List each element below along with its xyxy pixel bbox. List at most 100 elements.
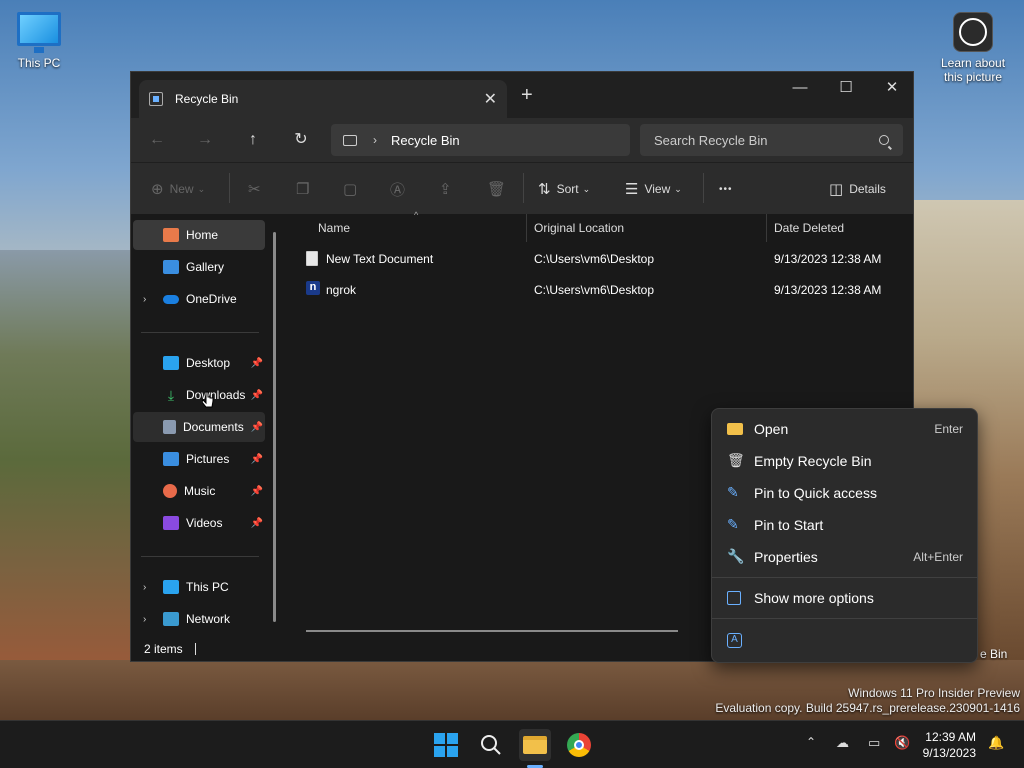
refresh-button[interactable]: ↻: [289, 128, 313, 152]
close-window-button[interactable]: ✕: [869, 72, 915, 102]
menu-item-pin-quick-access[interactable]: ✎ Pin to Quick access: [712, 477, 977, 509]
sort-caret-icon: ^: [414, 210, 419, 220]
tab-recycle-bin[interactable]: Recycle Bin ✕: [139, 80, 507, 118]
column-header-original-location[interactable]: Original Location: [534, 214, 624, 242]
start-button[interactable]: [430, 729, 462, 761]
desktop-icon-this-pc[interactable]: This PC: [4, 12, 74, 70]
up-button[interactable]: ↑: [241, 128, 265, 152]
chevron-right-icon[interactable]: ›: [143, 614, 146, 625]
details-button[interactable]: ◫ Details: [829, 177, 886, 201]
file-explorer-taskbar-button[interactable]: [519, 729, 551, 761]
nav-divider: [141, 556, 259, 557]
chevron-right-icon[interactable]: ›: [373, 133, 377, 147]
sort-label: Sort: [556, 182, 579, 196]
volume-muted-icon[interactable]: 🔇: [894, 735, 910, 751]
new-label: New: [169, 182, 194, 196]
paste-button[interactable]: ▢: [343, 177, 363, 201]
video-icon: [163, 516, 179, 530]
system-clock[interactable]: 12:39 AM 9/13/2023: [923, 729, 976, 761]
windows-logo-icon: [434, 733, 458, 757]
desktop-icon-label: This PC: [17, 56, 61, 70]
more-options-button[interactable]: •••: [719, 177, 733, 201]
watermark-line-1: Windows 11 Pro Insider Preview: [848, 686, 1020, 700]
rename-button[interactable]: Ⓐ: [390, 177, 411, 201]
menu-item-rename-quick[interactable]: A: [712, 624, 977, 656]
notification-bell-icon[interactable]: 🔔: [988, 735, 1004, 751]
file-name: New Text Document: [326, 252, 434, 266]
search-taskbar-button[interactable]: [475, 729, 507, 761]
menu-separator: [712, 618, 977, 619]
view-button[interactable]: ☰ View ⌄: [625, 177, 682, 201]
ngrok-app-icon: n: [306, 281, 320, 295]
download-arrow-icon: ⤓: [167, 387, 175, 403]
view-label: View: [644, 182, 671, 196]
new-button[interactable]: ⊕ New ⌄: [151, 177, 205, 201]
clock-time: 12:39 AM: [925, 730, 976, 744]
status-divider: [194, 643, 196, 655]
back-button[interactable]: ←: [145, 128, 169, 152]
nav-item-downloads[interactable]: ⤓ Downloads 📌: [133, 380, 265, 410]
nav-item-this-pc[interactable]: › This PC: [133, 572, 265, 602]
table-row[interactable]: New Text Document C:\Users\vm6\Desktop 9…: [286, 244, 913, 274]
copy-button[interactable]: ❐: [296, 177, 315, 201]
search-box[interactable]: Search Recycle Bin: [640, 124, 903, 156]
nav-item-gallery[interactable]: Gallery: [133, 252, 265, 282]
menu-item-open[interactable]: Open Enter: [712, 413, 977, 445]
home-icon: [163, 228, 179, 242]
nav-item-videos[interactable]: Videos 📌: [133, 508, 265, 538]
share-button[interactable]: ⇪: [439, 177, 458, 201]
file-location: C:\Users\vm6\Desktop: [534, 283, 655, 297]
maximize-button[interactable]: ☐: [823, 72, 869, 102]
chevron-right-icon[interactable]: ›: [143, 294, 146, 305]
command-bar: ⊕ New ⌄ ✂ ❐ ▢ Ⓐ ⇪ 🗑 ⇅ Sort ⌄ ☰ View ⌄ ••…: [131, 162, 913, 214]
plus-circle-icon: ⊕: [151, 181, 164, 198]
column-header-name[interactable]: Name: [318, 214, 350, 242]
folder-icon: [727, 423, 743, 435]
close-tab-icon[interactable]: ✕: [484, 89, 497, 109]
delete-button[interactable]: 🗑: [487, 177, 512, 201]
address-bar[interactable]: › Recycle Bin: [331, 124, 630, 156]
cut-button[interactable]: ✂: [248, 177, 267, 201]
column-divider[interactable]: [526, 214, 527, 242]
nav-label: Music: [184, 484, 216, 498]
menu-item-properties[interactable]: 🔧 Properties Alt+Enter: [712, 541, 977, 573]
menu-item-pin-to-start[interactable]: ✎ Pin to Start: [712, 509, 977, 541]
onedrive-tray-icon[interactable]: ☁: [836, 735, 849, 751]
address-bar-row: ← → ↑ ↻ › Recycle Bin Search Recycle Bin: [131, 118, 913, 162]
pin-icon: ✎: [727, 516, 739, 532]
desktop-icon-learn-picture[interactable]: Learn about this picture: [938, 12, 1008, 84]
nav-item-pictures[interactable]: Pictures 📌: [133, 444, 265, 474]
nav-item-onedrive[interactable]: › OneDrive: [133, 284, 265, 314]
new-tab-button[interactable]: +: [521, 84, 533, 107]
search-input[interactable]: Search Recycle Bin: [654, 133, 879, 148]
nav-item-documents[interactable]: Documents 📌: [133, 412, 265, 442]
title-bar: Recycle Bin ✕ + — ☐ ✕: [131, 72, 913, 118]
sort-button[interactable]: ⇅ Sort ⌄: [538, 177, 590, 201]
pin-icon: 📌: [250, 421, 263, 433]
desktop-icon-recycle-bin-label[interactable]: e Bin: [980, 647, 1007, 661]
network-tray-icon[interactable]: ▭: [868, 735, 880, 751]
menu-item-empty-recycle-bin[interactable]: 🗑 Empty Recycle Bin: [712, 445, 977, 477]
pin-icon: ✎: [727, 484, 739, 500]
horizontal-scrollbar[interactable]: [306, 630, 678, 632]
menu-item-show-more-options[interactable]: Show more options: [712, 582, 977, 614]
chrome-taskbar-button[interactable]: [563, 729, 595, 761]
scissors-icon: ✂: [248, 181, 261, 198]
forward-button[interactable]: →: [193, 128, 217, 152]
chevron-down-icon: ⌄: [582, 183, 591, 194]
music-icon: [163, 484, 177, 498]
nav-item-home[interactable]: Home: [133, 220, 265, 250]
nav-item-network[interactable]: › Network: [133, 604, 265, 634]
show-hidden-icons-chevron[interactable]: ⌃: [806, 735, 816, 749]
nav-item-music[interactable]: Music 📌: [133, 476, 265, 506]
table-row[interactable]: n ngrok C:\Users\vm6\Desktop 9/13/2023 1…: [286, 275, 913, 305]
column-divider[interactable]: [766, 214, 767, 242]
nav-item-desktop[interactable]: Desktop 📌: [133, 348, 265, 378]
chevron-right-icon[interactable]: ›: [143, 582, 146, 593]
menu-item-label: Open: [754, 421, 789, 437]
minimize-button[interactable]: —: [777, 72, 823, 102]
nav-scrollbar[interactable]: [273, 232, 276, 622]
breadcrumb-recycle-bin[interactable]: Recycle Bin: [391, 133, 460, 148]
column-header-date-deleted[interactable]: Date Deleted: [774, 214, 844, 242]
nav-label: Downloads: [186, 388, 246, 402]
